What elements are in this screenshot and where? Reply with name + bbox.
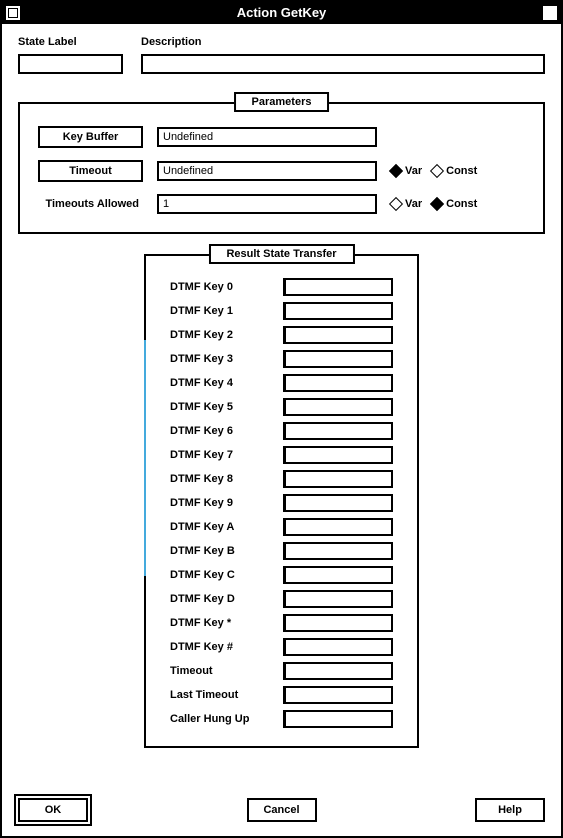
result-row: Timeout (170, 662, 393, 680)
result-row: DTMF Key A (170, 518, 393, 536)
window-titlebar: Action GetKey (2, 2, 561, 24)
radio-var[interactable]: Var (391, 165, 422, 177)
result-input[interactable] (283, 494, 393, 512)
result-row: DTMF Key 3 (170, 350, 393, 368)
result-input[interactable] (283, 374, 393, 392)
result-input[interactable] (283, 326, 393, 344)
parameters-group-title: Parameters (234, 92, 330, 112)
param-radio-group: Var Const (391, 198, 477, 210)
result-row: DTMF Key 7 (170, 446, 393, 464)
result-label: DTMF Key 9 (170, 497, 275, 509)
param-input[interactable] (157, 161, 377, 181)
result-accent (144, 340, 146, 576)
result-row: DTMF Key 6 (170, 422, 393, 440)
radio-const[interactable]: Const (432, 165, 477, 177)
result-input[interactable] (283, 278, 393, 296)
diamond-icon (389, 197, 403, 211)
window-menu-icon[interactable] (6, 6, 20, 20)
result-label: DTMF Key # (170, 641, 275, 653)
result-input[interactable] (283, 638, 393, 656)
result-row: Caller Hung Up (170, 710, 393, 728)
result-input[interactable] (283, 542, 393, 560)
result-input[interactable] (283, 518, 393, 536)
param-input[interactable] (157, 127, 377, 147)
result-label: Caller Hung Up (170, 713, 275, 725)
result-row: DTMF Key 2 (170, 326, 393, 344)
result-group-title: Result State Transfer (208, 244, 354, 264)
window-control-icon[interactable] (543, 6, 557, 20)
result-label: DTMF Key 5 (170, 401, 275, 413)
result-input[interactable] (283, 662, 393, 680)
ok-button[interactable]: OK (18, 798, 88, 822)
radio-const-label: Const (446, 165, 477, 177)
result-row: DTMF Key 5 (170, 398, 393, 416)
result-label: Timeout (170, 665, 275, 677)
param-input[interactable] (157, 194, 377, 214)
result-row: DTMF Key 9 (170, 494, 393, 512)
result-input[interactable] (283, 590, 393, 608)
diamond-icon (430, 164, 444, 178)
result-label: DTMF Key 4 (170, 377, 275, 389)
result-label: DTMF Key 1 (170, 305, 275, 317)
param-label[interactable]: Key Buffer (38, 126, 143, 148)
parameters-group: Parameters Key BufferTimeoutVarConstTime… (18, 102, 545, 234)
result-input[interactable] (283, 710, 393, 728)
result-row: DTMF Key 0 (170, 278, 393, 296)
param-label[interactable]: Timeout (38, 160, 143, 182)
radio-const[interactable]: Const (432, 198, 477, 210)
radio-var[interactable]: Var (391, 198, 422, 210)
result-input[interactable] (283, 686, 393, 704)
param-row: Timeout Var Const (38, 160, 525, 182)
result-row: DTMF Key * (170, 614, 393, 632)
window-title: Action GetKey (237, 5, 327, 20)
param-radio-group: Var Const (391, 165, 477, 177)
result-label: DTMF Key A (170, 521, 275, 533)
state-label-input[interactable] (18, 54, 123, 74)
result-input[interactable] (283, 302, 393, 320)
result-input[interactable] (283, 350, 393, 368)
result-row: DTMF Key 8 (170, 470, 393, 488)
result-label: DTMF Key C (170, 569, 275, 581)
help-button[interactable]: Help (475, 798, 545, 822)
result-input[interactable] (283, 614, 393, 632)
result-label: DTMF Key * (170, 617, 275, 629)
result-row: Last Timeout (170, 686, 393, 704)
radio-var-label: Var (405, 165, 422, 177)
result-input[interactable] (283, 398, 393, 416)
result-label: DTMF Key D (170, 593, 275, 605)
result-row: DTMF Key B (170, 542, 393, 560)
description-label: Description (141, 36, 545, 48)
diamond-icon (430, 197, 444, 211)
result-input[interactable] (283, 470, 393, 488)
radio-const-label: Const (446, 198, 477, 210)
result-label: DTMF Key 3 (170, 353, 275, 365)
param-row: Timeouts Allowed Var Const (38, 194, 525, 214)
result-row: DTMF Key 4 (170, 374, 393, 392)
state-label-label: State Label (18, 36, 123, 48)
result-group: Result State Transfer DTMF Key 0DTMF Key… (144, 254, 419, 748)
param-label: Timeouts Allowed (38, 198, 143, 210)
diamond-icon (389, 164, 403, 178)
description-input[interactable] (141, 54, 545, 74)
result-label: DTMF Key 7 (170, 449, 275, 461)
result-label: Last Timeout (170, 689, 275, 701)
result-label: DTMF Key 0 (170, 281, 275, 293)
result-input[interactable] (283, 446, 393, 464)
result-input[interactable] (283, 566, 393, 584)
result-label: DTMF Key 6 (170, 425, 275, 437)
result-row: DTMF Key # (170, 638, 393, 656)
result-input[interactable] (283, 422, 393, 440)
button-bar: OK Cancel Help (18, 798, 545, 822)
param-row: Key Buffer (38, 126, 525, 148)
result-row: DTMF Key D (170, 590, 393, 608)
result-row: DTMF Key 1 (170, 302, 393, 320)
result-label: DTMF Key B (170, 545, 275, 557)
radio-var-label: Var (405, 198, 422, 210)
cancel-button[interactable]: Cancel (247, 798, 317, 822)
result-label: DTMF Key 2 (170, 329, 275, 341)
result-row: DTMF Key C (170, 566, 393, 584)
result-label: DTMF Key 8 (170, 473, 275, 485)
